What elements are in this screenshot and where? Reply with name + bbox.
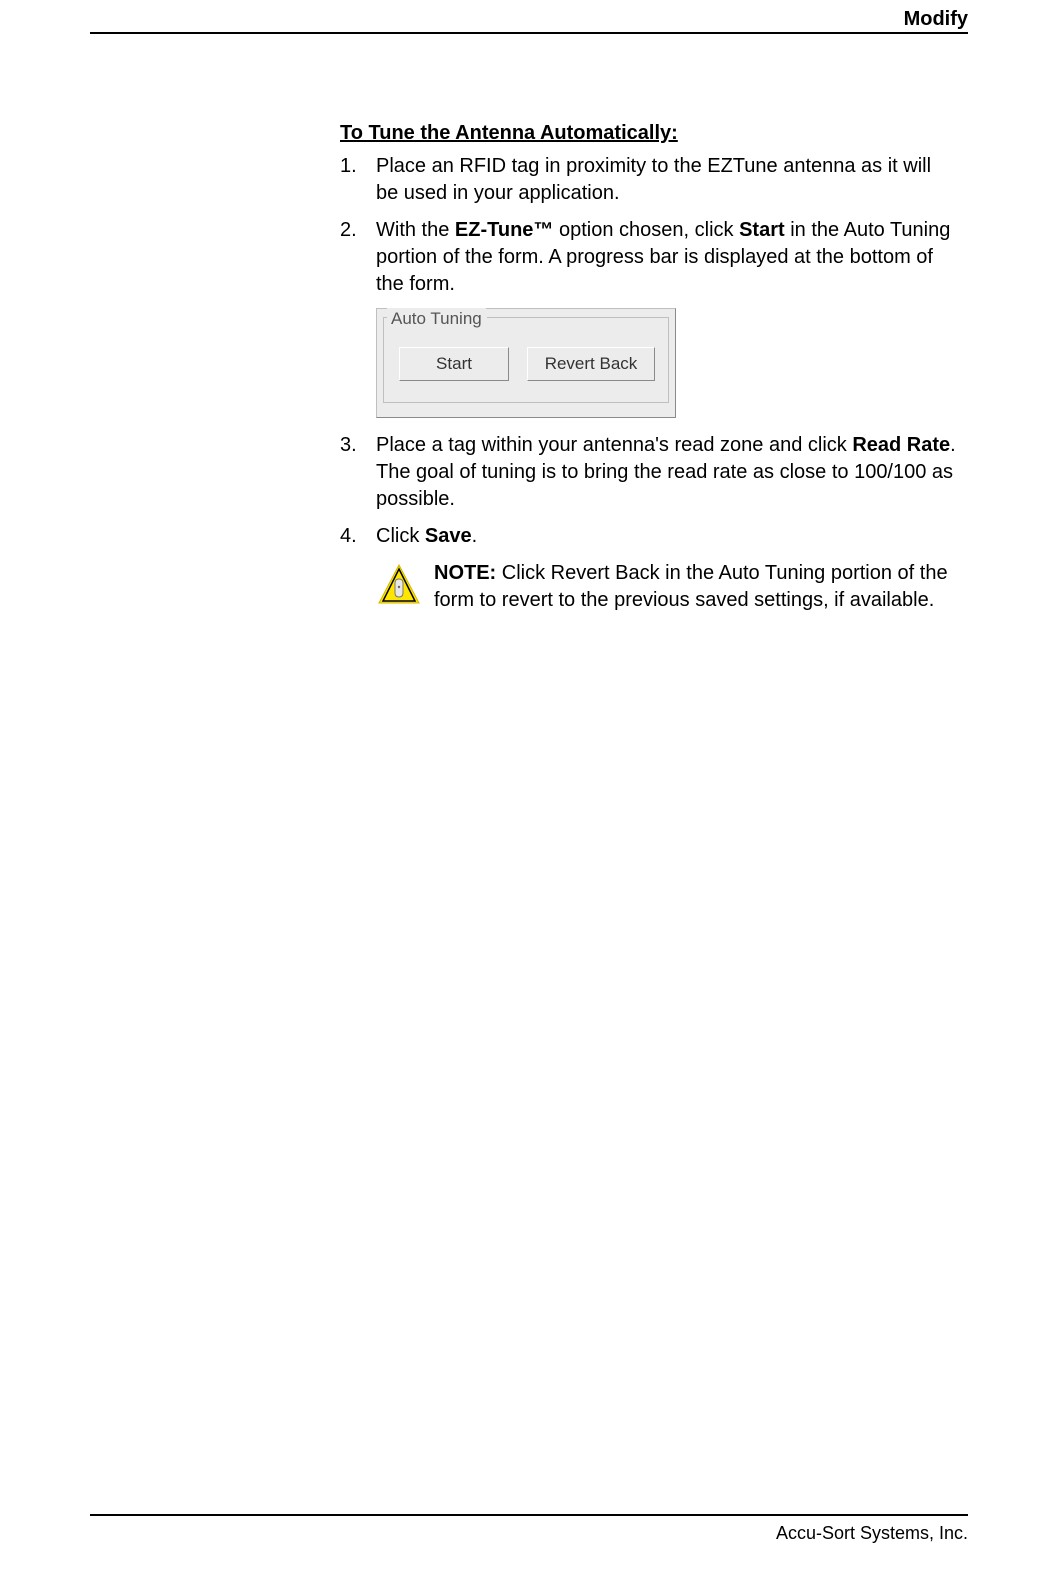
footer-rule bbox=[90, 1514, 968, 1516]
footer-company: Accu-Sort Systems, Inc. bbox=[776, 1523, 968, 1544]
step-text: Click bbox=[376, 525, 425, 547]
step-3: 3. Place a tag within your antenna's rea… bbox=[340, 432, 958, 513]
button-row: Start Revert Back bbox=[399, 347, 655, 381]
note-label: NOTE: bbox=[434, 562, 496, 584]
step-body: Click Save. bbox=[376, 523, 958, 550]
steps-list: 1. Place an RFID tag in proximity to the… bbox=[340, 153, 958, 298]
section-title: To Tune the Antenna Automatically: bbox=[340, 120, 958, 147]
start-button[interactable]: Start bbox=[399, 347, 509, 381]
step-4: 4. Click Save. bbox=[340, 523, 958, 550]
step-text-bold: Read Rate bbox=[852, 434, 950, 456]
step-number: 2. bbox=[340, 217, 376, 298]
step-text-bold: Save bbox=[425, 525, 472, 547]
auto-tuning-panel: Auto Tuning Start Revert Back bbox=[376, 308, 676, 418]
step-number: 4. bbox=[340, 523, 376, 550]
step-text: . bbox=[472, 525, 478, 547]
steps-list-continued: 3. Place a tag within your antenna's rea… bbox=[340, 432, 958, 550]
header-rule bbox=[90, 32, 968, 34]
note-body: Click Revert Back in the Auto Tuning por… bbox=[434, 562, 948, 611]
step-text: option chosen, click bbox=[553, 219, 739, 241]
step-text: Place a tag within your antenna's read z… bbox=[376, 434, 852, 456]
note-text: NOTE: Click Revert Back in the Auto Tuni… bbox=[428, 560, 958, 614]
header-section-label: Modify bbox=[904, 8, 968, 31]
page: Modify To Tune the Antenna Automatically… bbox=[0, 0, 1058, 1572]
step-text-bold: Start bbox=[739, 219, 785, 241]
step-body: Place a tag within your antenna's read z… bbox=[376, 432, 958, 513]
step-text-bold: EZ-Tune™ bbox=[455, 219, 554, 241]
step-body: With the EZ-Tune™ option chosen, click S… bbox=[376, 217, 958, 298]
note-row: NOTE: Click Revert Back in the Auto Tuni… bbox=[376, 560, 958, 614]
note-warning-icon bbox=[376, 560, 428, 614]
revert-back-button[interactable]: Revert Back bbox=[527, 347, 655, 381]
step-text: With the bbox=[376, 219, 455, 241]
step-1: 1. Place an RFID tag in proximity to the… bbox=[340, 153, 958, 207]
step-text: Place an RFID tag in proximity to the EZ… bbox=[376, 155, 931, 204]
step-body: Place an RFID tag in proximity to the EZ… bbox=[376, 153, 958, 207]
step-number: 1. bbox=[340, 153, 376, 207]
step-number: 3. bbox=[340, 432, 376, 513]
content-area: To Tune the Antenna Automatically: 1. Pl… bbox=[340, 120, 958, 614]
step-2: 2. With the EZ-Tune™ option chosen, clic… bbox=[340, 217, 958, 298]
auto-tuning-figure: Auto Tuning Start Revert Back bbox=[376, 308, 676, 418]
